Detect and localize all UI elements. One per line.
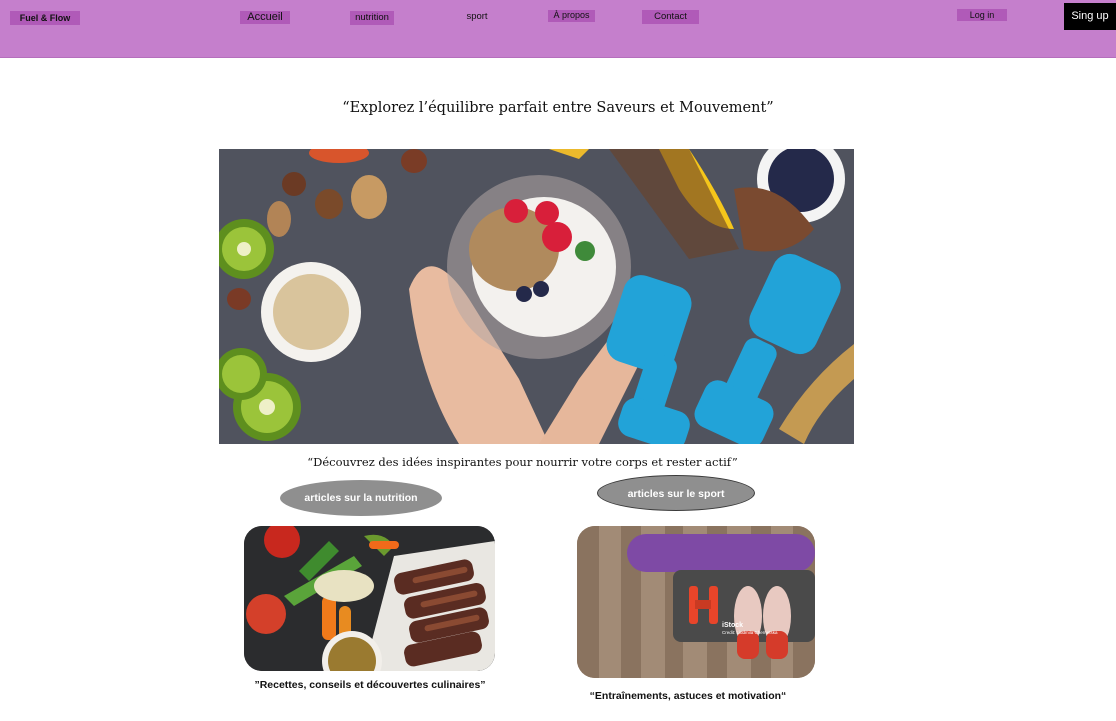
- nav-link-home[interactable]: Accueil: [240, 11, 290, 24]
- nutrition-articles-button[interactable]: articles sur la nutrition: [280, 480, 442, 516]
- brand-logo[interactable]: Fuel & Flow: [10, 11, 80, 25]
- sport-articles-button[interactable]: articles sur le sport: [597, 475, 755, 511]
- sport-caption: “Entraînements, astuces et motivation“: [589, 690, 787, 702]
- login-button[interactable]: Log in: [957, 9, 1007, 21]
- nav-link-sport[interactable]: sport: [462, 10, 492, 23]
- nutrition-caption: ”Recettes, conseils et découvertes culin…: [254, 679, 486, 691]
- hero-image: [219, 149, 854, 444]
- hero-subline: “Découvrez des idées inspirantes pour no…: [307, 455, 738, 469]
- istock-watermark: iStock: [722, 622, 743, 629]
- nav-link-about[interactable]: À propos: [548, 10, 595, 22]
- nav-link-contact[interactable]: Contact: [642, 10, 699, 24]
- sport-card-image[interactable]: iStock Credit: Liudmila Chernetska: [577, 526, 815, 678]
- page-tagline: “Explorez l’équilibre parfait entre Save…: [342, 100, 774, 116]
- nav-link-nutrition[interactable]: nutrition: [350, 11, 394, 25]
- signup-button[interactable]: Sing up: [1064, 3, 1116, 30]
- top-nav-bar: [0, 0, 1116, 58]
- nutrition-card-image[interactable]: [244, 526, 495, 671]
- image-credit: Credit: Liudmila Chernetska: [722, 630, 778, 635]
